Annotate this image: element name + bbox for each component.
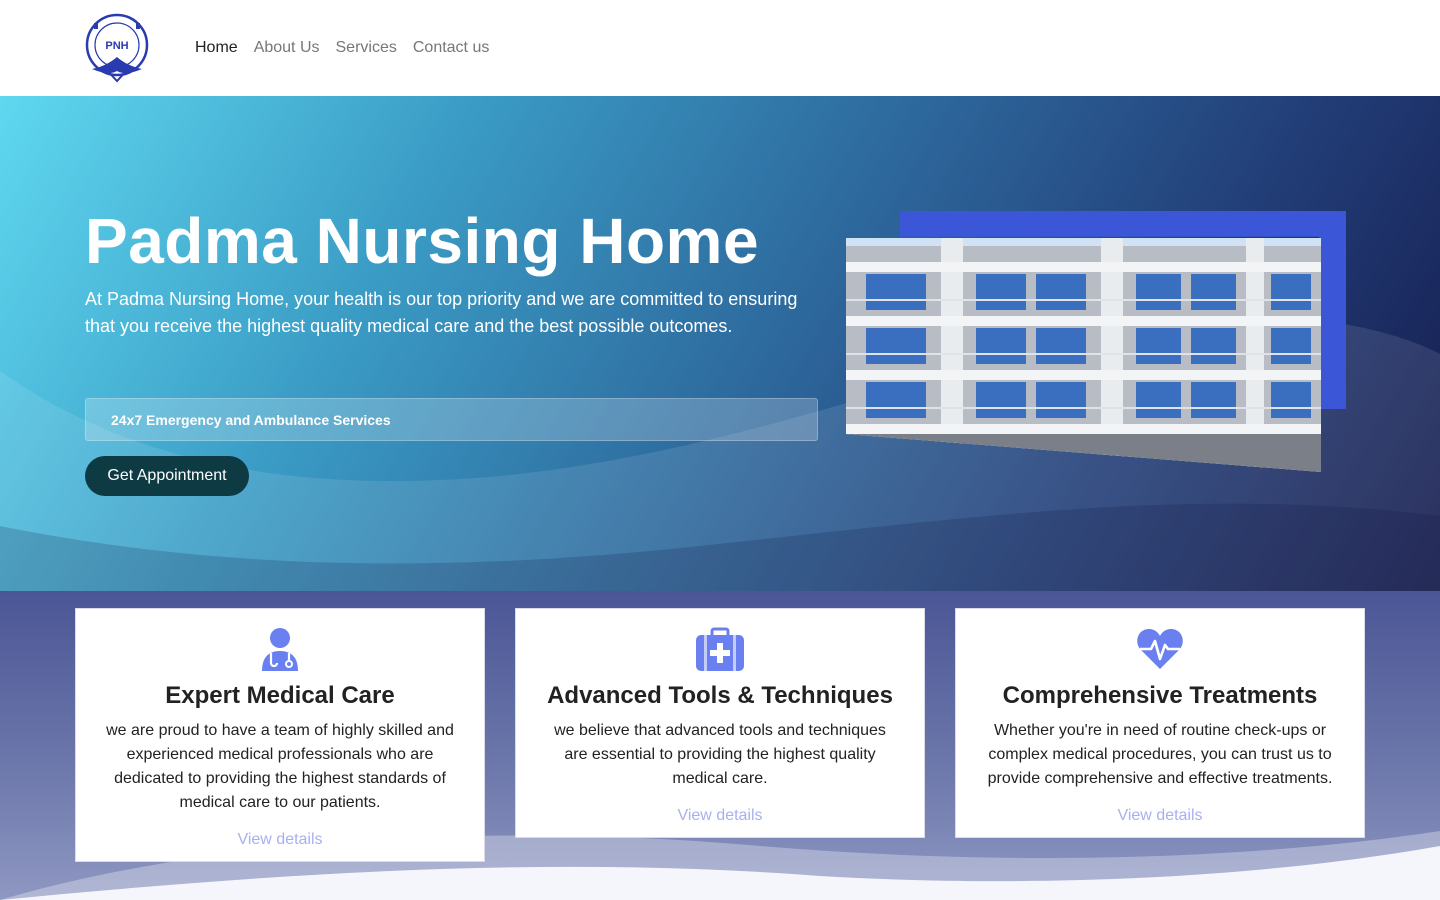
- feature-card-expert-care: Expert Medical Care we are proud to have…: [75, 608, 485, 862]
- hero-description: At Padma Nursing Home, your health is ou…: [85, 289, 798, 336]
- view-details-link[interactable]: View details: [1117, 807, 1202, 825]
- medical-kit-icon: [696, 627, 744, 671]
- hospital-building-photo: [846, 238, 1321, 472]
- svg-text:PNH: PNH: [105, 40, 128, 52]
- heartbeat-icon: [1137, 628, 1183, 669]
- feature-card-advanced-tools: Advanced Tools & Techniques we believe t…: [515, 608, 925, 838]
- feature-title: Comprehensive Treatments: [1002, 682, 1318, 709]
- view-details-link[interactable]: View details: [677, 807, 762, 825]
- navbar: PNH Home About Us Services Contact us: [0, 0, 1440, 96]
- feature-title: Expert Medical Care: [165, 682, 395, 709]
- view-details-link[interactable]: View details: [237, 831, 322, 849]
- hero-section: Padma Nursing Home At Padma Nursing Home…: [0, 96, 1440, 591]
- nav-contact-link[interactable]: Contact us: [405, 39, 497, 57]
- features-section: Expert Medical Care we are proud to have…: [0, 591, 1440, 900]
- nav-home-link[interactable]: Home: [187, 39, 246, 57]
- get-appointment-button[interactable]: Get Appointment: [85, 456, 249, 496]
- feature-text: Whether you're in need of routine check-…: [987, 722, 1333, 787]
- feature-text: we are proud to have a team of highly sk…: [106, 722, 454, 811]
- doctor-stethoscope-icon: [262, 628, 298, 671]
- main-nav: Home About Us Services Contact us: [187, 39, 497, 57]
- hero-title: Padma Nursing Home: [85, 205, 760, 277]
- feature-title: Advanced Tools & Techniques: [547, 682, 893, 709]
- emergency-text: 24x7 Emergency and Ambulance Services: [111, 411, 391, 428]
- feature-text: we believe that advanced tools and techn…: [554, 722, 886, 787]
- emergency-banner: 24x7 Emergency and Ambulance Services: [85, 398, 818, 441]
- feature-card-treatments: Comprehensive Treatments Whether you're …: [955, 608, 1365, 838]
- nav-about-link[interactable]: About Us: [246, 39, 328, 57]
- padma-nursing-home-logo[interactable]: PNH: [80, 11, 154, 85]
- nav-services-link[interactable]: Services: [328, 39, 405, 57]
